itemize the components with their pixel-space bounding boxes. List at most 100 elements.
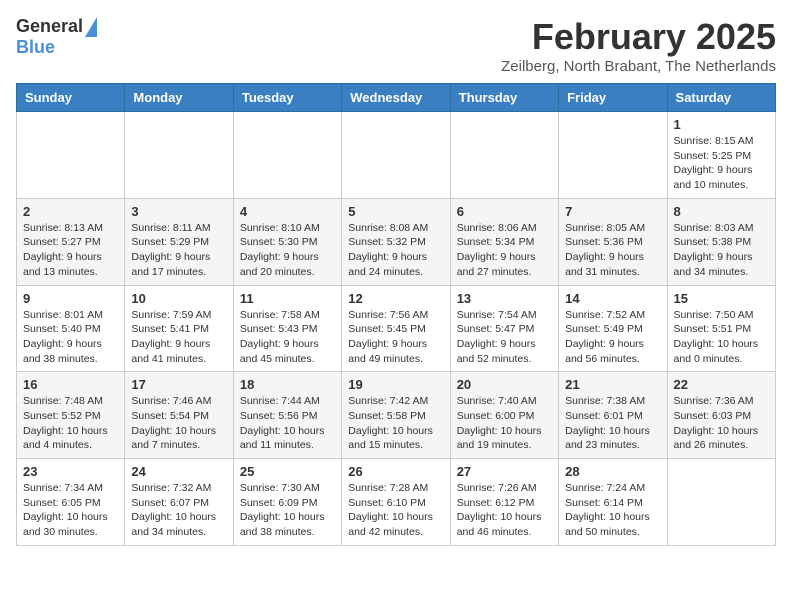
calendar-cell: 10 Sunrise: 7:59 AM Sunset: 5:41 PM Dayli… <box>125 285 233 372</box>
calendar-cell: 28 Sunrise: 7:24 AM Sunset: 6:14 PM Dayli… <box>559 459 667 546</box>
day-number: 9 <box>23 291 118 306</box>
day-info: Sunrise: 7:28 AM Sunset: 6:10 PM Dayligh… <box>348 481 443 540</box>
day-info: Sunrise: 7:40 AM Sunset: 6:00 PM Dayligh… <box>457 394 552 453</box>
col-header-monday: Monday <box>125 84 233 112</box>
calendar-cell <box>17 112 125 199</box>
day-info: Sunrise: 7:42 AM Sunset: 5:58 PM Dayligh… <box>348 394 443 453</box>
day-info: Sunrise: 7:48 AM Sunset: 5:52 PM Dayligh… <box>23 394 118 453</box>
header: General Blue February 2025 Zeilberg, Nor… <box>16 16 776 75</box>
day-info: Sunrise: 7:50 AM Sunset: 5:51 PM Dayligh… <box>674 308 769 367</box>
day-number: 16 <box>23 377 118 392</box>
day-info: Sunrise: 7:34 AM Sunset: 6:05 PM Dayligh… <box>23 481 118 540</box>
calendar-cell: 11 Sunrise: 7:58 AM Sunset: 5:43 PM Dayli… <box>233 285 341 372</box>
day-number: 28 <box>565 464 660 479</box>
calendar-cell: 12 Sunrise: 7:56 AM Sunset: 5:45 PM Dayli… <box>342 285 450 372</box>
day-info: Sunrise: 8:08 AM Sunset: 5:32 PM Dayligh… <box>348 221 443 280</box>
day-info: Sunrise: 7:36 AM Sunset: 6:03 PM Dayligh… <box>674 394 769 453</box>
day-info: Sunrise: 7:56 AM Sunset: 5:45 PM Dayligh… <box>348 308 443 367</box>
calendar-cell: 25 Sunrise: 7:30 AM Sunset: 6:09 PM Dayli… <box>233 459 341 546</box>
day-number: 6 <box>457 204 552 219</box>
calendar-cell: 3 Sunrise: 8:11 AM Sunset: 5:29 PM Daylig… <box>125 198 233 285</box>
day-info: Sunrise: 7:59 AM Sunset: 5:41 PM Dayligh… <box>131 308 226 367</box>
calendar-cell <box>450 112 558 199</box>
col-header-saturday: Saturday <box>667 84 775 112</box>
day-number: 19 <box>348 377 443 392</box>
calendar-cell <box>667 459 775 546</box>
day-info: Sunrise: 7:54 AM Sunset: 5:47 PM Dayligh… <box>457 308 552 367</box>
calendar-cell: 15Sunrise: 7:50 AM Sunset: 5:51 PM Dayli… <box>667 285 775 372</box>
col-header-wednesday: Wednesday <box>342 84 450 112</box>
day-number: 12 <box>348 291 443 306</box>
day-number: 3 <box>131 204 226 219</box>
calendar-week-row: 23 Sunrise: 7:34 AM Sunset: 6:05 PM Dayli… <box>17 459 776 546</box>
month-title: February 2025 <box>501 16 776 58</box>
day-info: Sunrise: 7:58 AM Sunset: 5:43 PM Dayligh… <box>240 308 335 367</box>
calendar-cell: 20 Sunrise: 7:40 AM Sunset: 6:00 PM Dayli… <box>450 372 558 459</box>
col-header-friday: Friday <box>559 84 667 112</box>
calendar-week-row: 2 Sunrise: 8:13 AM Sunset: 5:27 PM Daylig… <box>17 198 776 285</box>
day-info: Sunrise: 8:01 AM Sunset: 5:40 PM Dayligh… <box>23 308 118 367</box>
day-info: Sunrise: 7:44 AM Sunset: 5:56 PM Dayligh… <box>240 394 335 453</box>
calendar-cell: 8 Sunrise: 8:03 AM Sunset: 5:38 PM Daylig… <box>667 198 775 285</box>
calendar-cell <box>125 112 233 199</box>
calendar-cell: 9 Sunrise: 8:01 AM Sunset: 5:40 PM Daylig… <box>17 285 125 372</box>
calendar-cell: 19 Sunrise: 7:42 AM Sunset: 5:58 PM Dayli… <box>342 372 450 459</box>
logo-blue: Blue <box>16 37 55 58</box>
day-number: 27 <box>457 464 552 479</box>
calendar-cell: 23 Sunrise: 7:34 AM Sunset: 6:05 PM Dayli… <box>17 459 125 546</box>
day-number: 8 <box>674 204 769 219</box>
logo-general: General <box>16 16 83 37</box>
calendar-cell: 13 Sunrise: 7:54 AM Sunset: 5:47 PM Dayli… <box>450 285 558 372</box>
day-number: 11 <box>240 291 335 306</box>
calendar-week-row: 9 Sunrise: 8:01 AM Sunset: 5:40 PM Daylig… <box>17 285 776 372</box>
calendar-cell: 1 Sunrise: 8:15 AM Sunset: 5:25 PM Daylig… <box>667 112 775 199</box>
day-number: 7 <box>565 204 660 219</box>
day-number: 22 <box>674 377 769 392</box>
day-info: Sunrise: 7:24 AM Sunset: 6:14 PM Dayligh… <box>565 481 660 540</box>
day-number: 17 <box>131 377 226 392</box>
day-info: Sunrise: 8:13 AM Sunset: 5:27 PM Dayligh… <box>23 221 118 280</box>
calendar-cell: 14Sunrise: 7:52 AM Sunset: 5:49 PM Dayli… <box>559 285 667 372</box>
day-number: 23 <box>23 464 118 479</box>
calendar-cell: 27 Sunrise: 7:26 AM Sunset: 6:12 PM Dayli… <box>450 459 558 546</box>
calendar-cell: 26Sunrise: 7:28 AM Sunset: 6:10 PM Dayli… <box>342 459 450 546</box>
calendar-cell <box>233 112 341 199</box>
day-info: Sunrise: 8:05 AM Sunset: 5:36 PM Dayligh… <box>565 221 660 280</box>
day-number: 10 <box>131 291 226 306</box>
day-number: 20 <box>457 377 552 392</box>
day-info: Sunrise: 8:03 AM Sunset: 5:38 PM Dayligh… <box>674 221 769 280</box>
day-number: 18 <box>240 377 335 392</box>
calendar-cell: 22 Sunrise: 7:36 AM Sunset: 6:03 PM Dayli… <box>667 372 775 459</box>
day-number: 2 <box>23 204 118 219</box>
col-header-thursday: Thursday <box>450 84 558 112</box>
day-info: Sunrise: 7:38 AM Sunset: 6:01 PM Dayligh… <box>565 394 660 453</box>
calendar-cell: 24Sunrise: 7:32 AM Sunset: 6:07 PM Dayli… <box>125 459 233 546</box>
calendar-cell: 17Sunrise: 7:46 AM Sunset: 5:54 PM Dayli… <box>125 372 233 459</box>
day-info: Sunrise: 7:30 AM Sunset: 6:09 PM Dayligh… <box>240 481 335 540</box>
day-number: 4 <box>240 204 335 219</box>
calendar-cell: 4Sunrise: 8:10 AM Sunset: 5:30 PM Daylig… <box>233 198 341 285</box>
day-info: Sunrise: 7:52 AM Sunset: 5:49 PM Dayligh… <box>565 308 660 367</box>
day-info: Sunrise: 8:11 AM Sunset: 5:29 PM Dayligh… <box>131 221 226 280</box>
col-header-sunday: Sunday <box>17 84 125 112</box>
day-info: Sunrise: 8:15 AM Sunset: 5:25 PM Dayligh… <box>674 134 769 193</box>
day-number: 1 <box>674 117 769 132</box>
calendar-cell: 6 Sunrise: 8:06 AM Sunset: 5:34 PM Daylig… <box>450 198 558 285</box>
logo-triangle-icon <box>85 17 97 37</box>
calendar-week-row: 16 Sunrise: 7:48 AM Sunset: 5:52 PM Dayli… <box>17 372 776 459</box>
day-info: Sunrise: 7:32 AM Sunset: 6:07 PM Dayligh… <box>131 481 226 540</box>
calendar-cell <box>342 112 450 199</box>
calendar-cell: 21Sunrise: 7:38 AM Sunset: 6:01 PM Dayli… <box>559 372 667 459</box>
calendar-header-row: SundayMondayTuesdayWednesdayThursdayFrid… <box>17 84 776 112</box>
calendar-week-row: 1 Sunrise: 8:15 AM Sunset: 5:25 PM Daylig… <box>17 112 776 199</box>
day-info: Sunrise: 8:06 AM Sunset: 5:34 PM Dayligh… <box>457 221 552 280</box>
day-number: 5 <box>348 204 443 219</box>
calendar-cell: 7 Sunrise: 8:05 AM Sunset: 5:36 PM Daylig… <box>559 198 667 285</box>
day-number: 25 <box>240 464 335 479</box>
day-number: 13 <box>457 291 552 306</box>
logo: General Blue <box>16 16 97 58</box>
calendar-cell: 16 Sunrise: 7:48 AM Sunset: 5:52 PM Dayli… <box>17 372 125 459</box>
col-header-tuesday: Tuesday <box>233 84 341 112</box>
calendar-cell: 5 Sunrise: 8:08 AM Sunset: 5:32 PM Daylig… <box>342 198 450 285</box>
day-info: Sunrise: 7:26 AM Sunset: 6:12 PM Dayligh… <box>457 481 552 540</box>
